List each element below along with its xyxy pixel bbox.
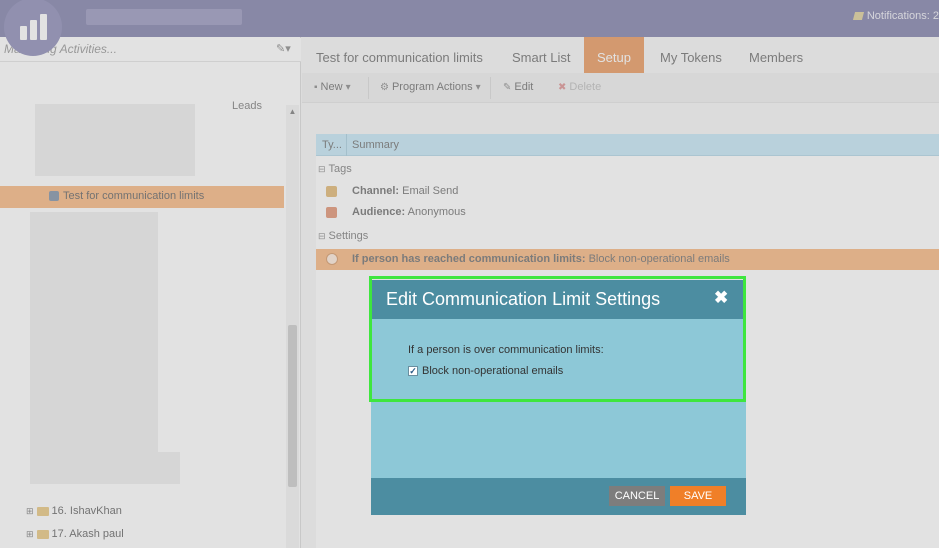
block-emails-label[interactable]: Block non-operational emails (422, 365, 563, 377)
close-icon[interactable]: ✖ (714, 288, 728, 308)
dialog-title: Edit Communication Limit Settings (386, 289, 661, 309)
dialog-prompt: If a person is over communication limits… (408, 344, 604, 356)
block-emails-option[interactable]: ✓ Block non-operational emails (408, 365, 563, 377)
save-button[interactable]: SAVE (670, 486, 726, 506)
cancel-button[interactable]: CANCEL (609, 486, 665, 506)
edit-communication-limit-dialog: Edit Communication Limit Settings ✖ If a… (371, 280, 746, 515)
block-emails-checkbox[interactable]: ✓ (408, 366, 418, 376)
